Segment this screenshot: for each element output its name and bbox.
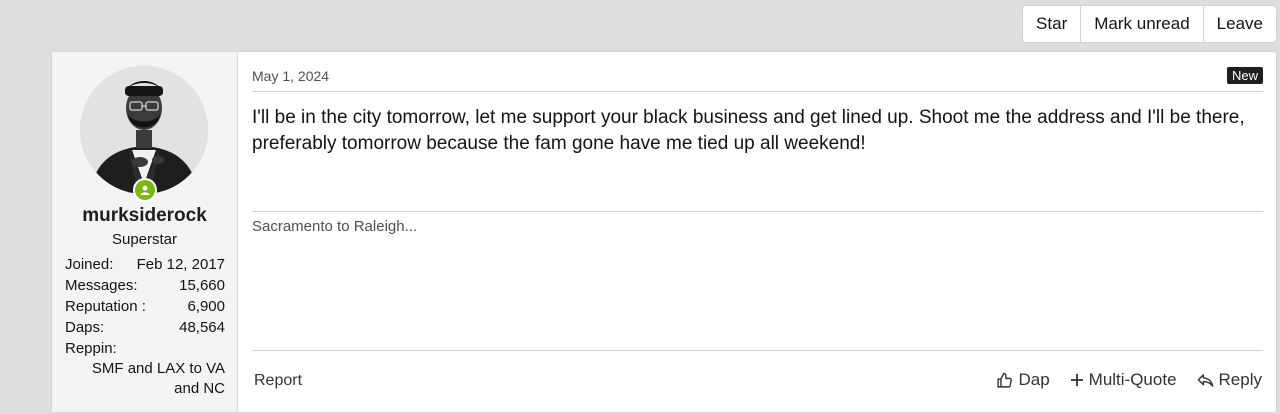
post-date[interactable]: May 1, 2024 [252,68,329,84]
divider [252,350,1263,351]
dap-button[interactable]: Dap [996,370,1050,390]
stat-label: Daps: [65,319,105,336]
dap-label: Dap [1018,370,1050,389]
divider [252,211,1263,212]
multi-quote-button[interactable]: Multi-Quote [1070,370,1177,390]
message-body: I'll be in the city tomorrow, let me sup… [252,107,1245,154]
multi-quote-label: Multi-Quote [1088,370,1177,389]
avatar[interactable] [80,66,208,194]
stat-messages: Messages: 15,660 [65,275,225,296]
report-link[interactable]: Report [254,372,302,390]
new-badge: New [1226,67,1263,84]
reply-button[interactable]: Reply [1197,370,1262,390]
plus-icon [1070,374,1083,386]
stat-label: Joined: [65,256,114,273]
signature: Sacramento to Raleigh... [252,218,418,235]
stat-value: 48,564 [179,319,225,336]
stat-daps: Daps: 48,564 [65,317,225,338]
star-button[interactable]: Star [1023,6,1082,42]
thumbs-up-icon [997,372,1013,388]
divider [252,91,1263,92]
stat-joined: Joined: Feb 12, 2017 [65,254,225,275]
stat-value: Feb 12, 2017 [136,256,225,273]
stat-value: 6,900 [187,298,225,315]
stat-reppin: Reppin: [65,338,225,359]
leave-button[interactable]: Leave [1204,6,1276,42]
user-info-panel: murksiderock Superstar Joined: Feb 12, 2… [52,52,238,412]
message-main: May 1, 2024 New I'll be in the city tomo… [238,52,1276,412]
stat-value[interactable]: 15,660 [179,275,225,296]
username-link[interactable]: murksiderock [52,205,237,227]
thread-action-bar: Star Mark unread Leave [1022,5,1277,43]
stat-label: Messages: [65,277,138,294]
stat-label: Reputation : [65,298,146,315]
user-stats: Joined: Feb 12, 2017 Messages: 15,660 Re… [65,254,225,399]
reppin-value: SMF and LAX to VA and NC [91,360,225,397]
mark-unread-button[interactable]: Mark unread [1081,6,1204,42]
online-status-icon [133,178,157,202]
avatar-image [80,66,208,194]
reply-label: Reply [1218,370,1262,389]
stat-reputation: Reputation : 6,900 [65,296,225,317]
post-actions: Dap Multi-Quote Reply [996,370,1262,390]
message-post: murksiderock Superstar Joined: Feb 12, 2… [51,51,1277,413]
reply-arrow-icon [1197,373,1213,387]
user-title: Superstar [111,231,178,248]
stat-label: Reppin: [65,340,117,357]
